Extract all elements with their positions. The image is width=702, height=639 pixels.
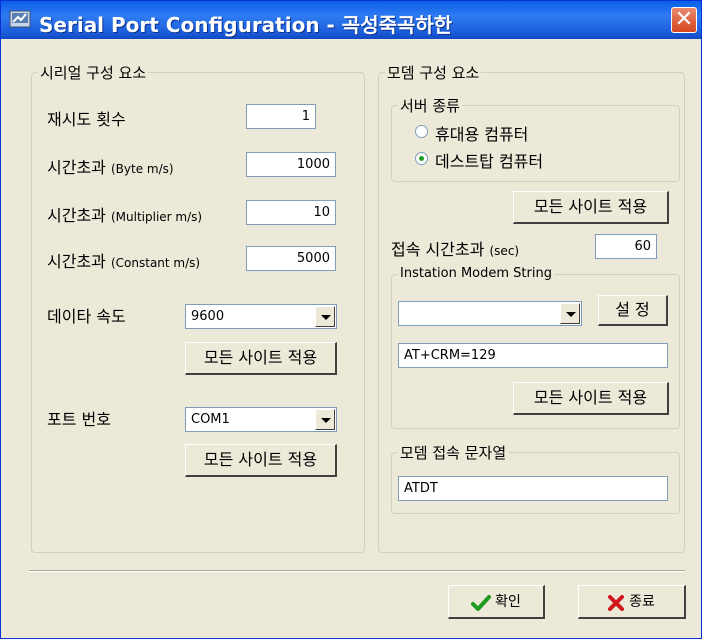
modem-group-legend: 모뎀 구성 요소 <box>385 62 482 83</box>
port-number-select[interactable]: COM1 <box>185 407 337 432</box>
timeout-multiplier-main: 시간초과 <box>47 206 106 225</box>
footer-separator <box>29 570 685 572</box>
timeout-byte-label: 시간초과 (Byte m/s) <box>47 154 174 178</box>
chevron-down-icon[interactable] <box>315 306 335 327</box>
set-button[interactable]: 설 정 <box>598 295 668 326</box>
baud-rate-value: 9600 <box>191 309 225 324</box>
timeout-constant-label: 시간초과 (Constant m/s) <box>47 248 200 272</box>
connect-timeout-main: 접속 시간초과 <box>391 240 485 259</box>
timeout-constant-main: 시간초과 <box>47 252 106 271</box>
baud-rate-select[interactable]: 9600 <box>185 304 337 329</box>
port-number-label: 포트 번호 <box>47 410 111 429</box>
retry-input[interactable]: 1 <box>246 104 316 129</box>
serial-group-legend: 시리얼 구성 요소 <box>38 62 149 83</box>
title-bar[interactable]: Serial Port Configuration - 곡성죽곡하한 ✕ <box>1 1 701 39</box>
radio-portable[interactable] <box>415 125 428 138</box>
apply-all-sites-button-baud[interactable]: 모든 사이트 적용 <box>185 342 337 375</box>
timeout-multiplier-label: 시간초과 (Multiplier m/s) <box>47 202 202 226</box>
timeout-byte-unit: (Byte m/s) <box>110 162 174 176</box>
timeout-byte-input[interactable]: 1000 <box>246 152 336 177</box>
init-string-select[interactable] <box>398 301 582 326</box>
close-icon: ✕ <box>674 7 694 32</box>
exit-button[interactable]: 종료 <box>578 585 686 619</box>
chevron-down-icon[interactable] <box>560 303 580 324</box>
serial-port-icon <box>9 10 31 28</box>
dial-string-input[interactable]: ATDT <box>398 476 668 501</box>
port-number-value: COM1 <box>191 412 230 427</box>
window-title: Serial Port Configuration - 곡성죽곡하한 <box>39 13 453 37</box>
timeout-constant-input[interactable]: 5000 <box>246 246 336 271</box>
timeout-byte-main: 시간초과 <box>47 158 106 177</box>
exit-button-label: 종료 <box>629 594 655 610</box>
chevron-down-icon[interactable] <box>315 409 335 430</box>
connect-timeout-unit: (sec) <box>489 244 520 258</box>
x-mark-icon <box>608 594 625 611</box>
init-string-input[interactable]: AT+CRM=129 <box>398 343 668 368</box>
ok-button-label: 확인 <box>495 594 521 610</box>
server-type-legend: 서버 종류 <box>398 95 462 116</box>
apply-all-sites-button-port[interactable]: 모든 사이트 적용 <box>185 444 337 477</box>
timeout-constant-unit: (Constant m/s) <box>110 256 201 270</box>
apply-all-sites-button-init[interactable]: 모든 사이트 적용 <box>513 382 669 415</box>
dialog-window: Serial Port Configuration - 곡성죽곡하한 ✕ 시리얼… <box>0 0 702 639</box>
retry-label: 재시도 횟수 <box>47 110 126 129</box>
timeout-multiplier-unit: (Multiplier m/s) <box>110 210 203 224</box>
close-button[interactable]: ✕ <box>671 7 697 33</box>
connect-timeout-label: 접속 시간초과 (sec) <box>391 236 519 260</box>
radio-desktop-label[interactable]: 데스트탑 컴퓨터 <box>435 148 543 172</box>
init-string-legend: Instation Modem String <box>398 266 554 281</box>
dial-string-legend: 모뎀 접속 문자열 <box>398 442 509 463</box>
radio-portable-label[interactable]: 휴대용 컴퓨터 <box>435 121 528 145</box>
connect-timeout-input[interactable]: 60 <box>595 234 657 259</box>
radio-desktop[interactable] <box>415 152 428 165</box>
timeout-multiplier-input[interactable]: 10 <box>246 200 336 225</box>
ok-button[interactable]: 확인 <box>448 585 545 619</box>
checkmark-icon <box>471 594 492 611</box>
baud-rate-label: 데이타 속도 <box>47 307 126 326</box>
apply-all-sites-button-server[interactable]: 모든 사이트 적용 <box>513 191 669 224</box>
